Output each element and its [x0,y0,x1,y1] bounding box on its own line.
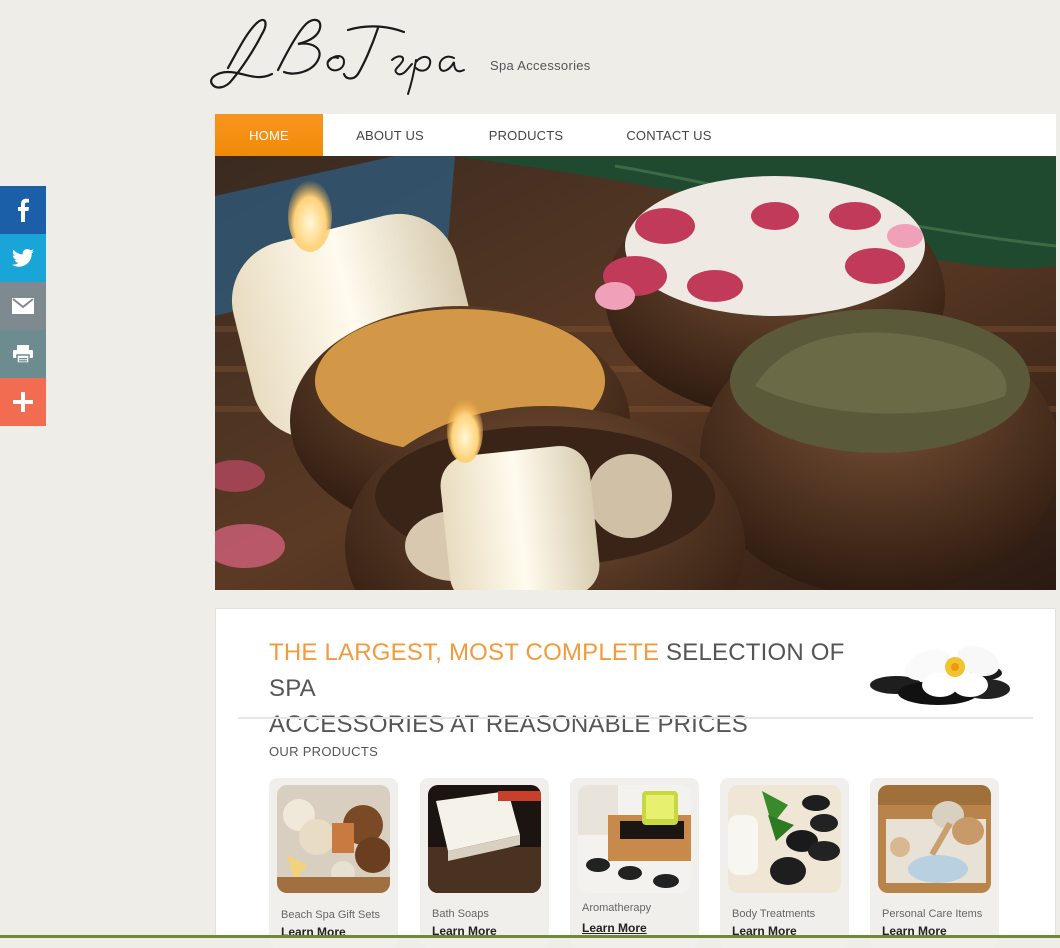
plus-icon [13,392,33,412]
nav-item-products[interactable]: PRODUCTS [457,114,595,156]
product-card-aromatherapy[interactable]: Aromatherapy Learn More [570,778,699,948]
product-image-gift-sets[interactable] [277,785,390,893]
facebook-share-button[interactable] [0,186,46,234]
product-card-bath-soaps[interactable]: Bath Soaps Learn More [420,778,549,948]
product-image-body-treatments[interactable] [728,785,841,893]
product-image-personal-care[interactable] [878,785,991,893]
product-image-aromatherapy[interactable] [578,785,691,893]
product-name: Aromatherapy [582,902,652,914]
logo-script-graphic [210,18,465,95]
product-name: Bath Soaps [432,908,489,920]
hero-image [215,156,1056,590]
print-icon [13,345,33,363]
site-tagline: Spa Accessories [490,58,591,73]
products-section-title: OUR PRODUCTS [269,744,379,759]
nav-item-contact-us[interactable]: CONTACT US [595,114,743,156]
headline-accent: THE LARGEST, MOST COMPLETE [269,639,660,666]
more-share-button[interactable] [0,378,46,426]
product-card-body-treatments[interactable]: Body Treatments Learn More [720,778,849,948]
product-name: Personal Care Items [882,908,983,920]
print-share-button[interactable] [0,330,46,378]
twitter-share-button[interactable] [0,234,46,282]
site-logo[interactable] [208,10,473,98]
nav-item-about-us[interactable]: ABOUT US [323,114,457,156]
nav-item-home[interactable]: HOME [215,114,323,156]
twitter-icon [12,249,34,267]
flower-stones-image [866,623,1016,721]
email-icon [12,298,34,314]
product-name: Beach Spa Gift Sets [281,909,381,921]
product-name: Body Treatments [732,908,816,920]
email-share-button[interactable] [0,282,46,330]
learn-more-link[interactable]: Learn More [582,921,647,935]
main-nav: HOME ABOUT US PRODUCTS CONTACT US [215,114,1056,156]
content-panel: THE LARGEST, MOST COMPLETE SELECTION OF … [215,608,1056,948]
facebook-icon [18,198,29,222]
product-card-personal-care-items[interactable]: Personal Care Items Learn More [870,778,999,948]
share-bar [0,186,46,426]
page-headline: THE LARGEST, MOST COMPLETE SELECTION OF … [269,635,869,743]
product-image-bath-soaps[interactable] [428,785,541,893]
product-card-beach-spa-gift-sets[interactable]: Beach Spa Gift Sets Learn More [269,778,398,948]
headline-rest-2: ACCESSORIES AT REASONABLE PRICES [269,711,748,738]
section-divider [238,717,1033,719]
